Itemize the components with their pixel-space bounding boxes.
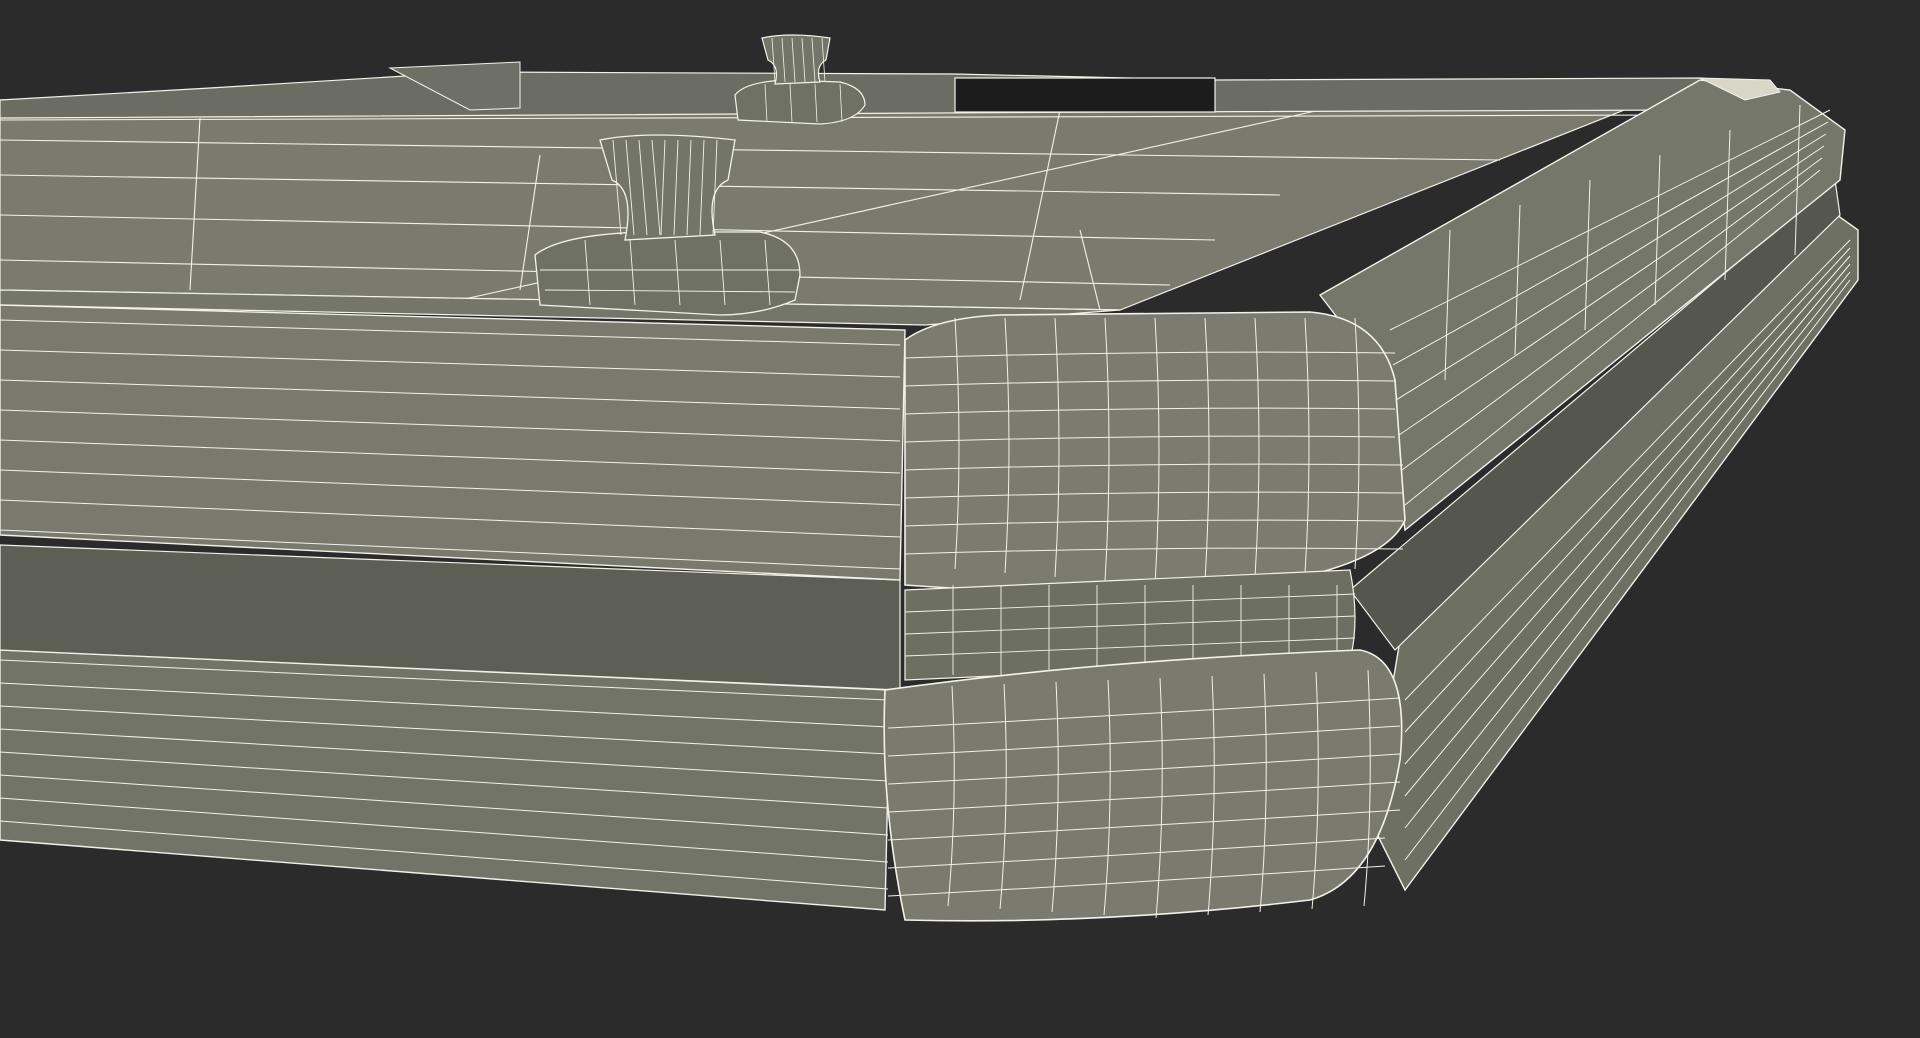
mallet-near-base bbox=[534, 231, 801, 316]
mallet-far-base bbox=[734, 79, 866, 125]
viewport bbox=[0, 0, 1920, 1038]
goal-slot bbox=[954, 77, 1216, 113]
corner-bumper-lower bbox=[883, 649, 1403, 922]
wireframe-render bbox=[0, 0, 1920, 1038]
front-rail-face bbox=[0, 304, 906, 581]
corner-bumper bbox=[883, 311, 1406, 922]
